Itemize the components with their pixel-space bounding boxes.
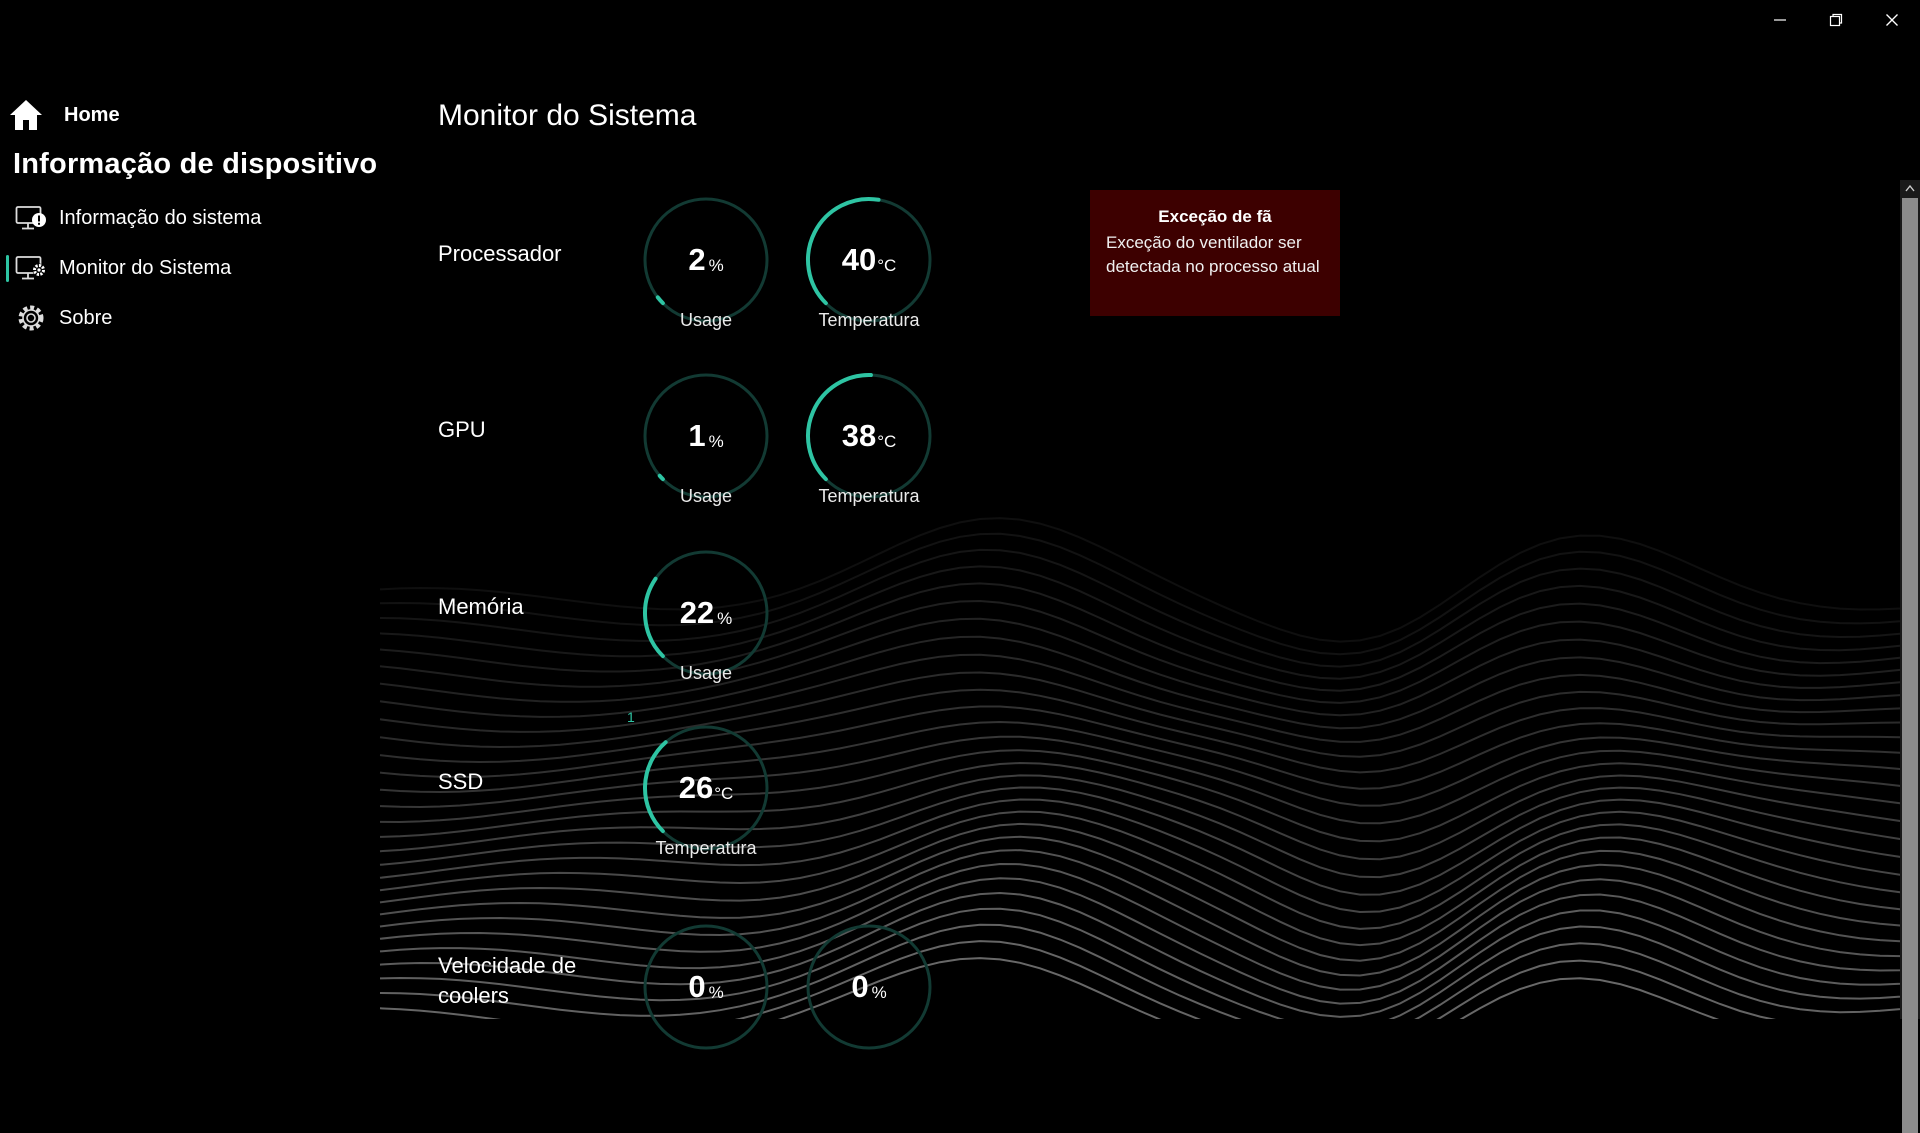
row-label-gpu: GPU — [438, 417, 486, 442]
gauge-value: 0 — [851, 969, 869, 1004]
gauge-unit: °C — [877, 432, 897, 451]
gpu-temp-gauge: 38 °C Temperatura — [804, 371, 934, 506]
wave-line — [379, 653, 1920, 743]
restore-icon — [1829, 13, 1843, 27]
close-button[interactable] — [1864, 0, 1920, 40]
minimize-icon — [1774, 19, 1786, 21]
row-label-fans: Velocidade de coolers — [438, 953, 577, 1008]
wave-line — [379, 761, 1920, 861]
gauge-value: 1 — [688, 418, 706, 453]
home-label: Home — [64, 103, 120, 126]
ssd-index: 1 — [627, 709, 635, 725]
gauge-value: 2 — [688, 242, 706, 277]
home-icon — [10, 100, 42, 130]
ssd-temp-gauge: 26 °C Temperatura — [641, 723, 771, 858]
processor-usage-gauge: 2% Usage — [641, 195, 771, 330]
sidebar-item-label: Sobre — [59, 306, 113, 329]
alert-title: Exceção de fã — [1158, 207, 1272, 226]
gear-icon — [18, 305, 44, 331]
alert-message: Exceção do ventilador ser detectada no p… — [1106, 233, 1320, 276]
gauge-label: Usage — [679, 310, 733, 330]
row-label-memory: Memória — [438, 594, 524, 619]
fan-exception-alert: Exceção de fã Exceção do ventilador ser … — [1090, 190, 1340, 316]
memory-usage-gauge: 22% Usage — [641, 548, 771, 683]
wave-line — [379, 774, 1920, 879]
gauge-unit: % — [708, 983, 724, 1002]
restore-button[interactable] — [1808, 0, 1864, 40]
gauge-label: Temperatura — [818, 310, 920, 330]
gauge-unit: °C — [714, 784, 734, 803]
section-title: Informação de dispositivo — [13, 148, 378, 180]
close-icon — [1886, 14, 1898, 26]
gauge-unit: °C — [877, 256, 897, 275]
gauge-label: Usage — [679, 663, 733, 683]
sidebar-item-about[interactable]: Sobre — [0, 293, 400, 343]
gauge-label: Usage — [679, 486, 733, 506]
sidebar-item-system-monitor[interactable]: Monitor do Sistema — [0, 243, 400, 293]
gauge-label: Temperatura — [818, 486, 920, 506]
home-link[interactable]: Home — [0, 90, 400, 140]
sidebar: Home Informação de dispositivo Informaçã… — [0, 90, 400, 343]
gauge-value: 26 — [678, 770, 714, 805]
wave-line — [379, 798, 1920, 914]
row-label-processor: Processador — [438, 241, 562, 266]
wave-line — [379, 786, 1920, 896]
fan2-speed-gauge: 0% — [804, 922, 934, 1052]
wave-line — [379, 532, 1920, 656]
scroll-up-button[interactable] — [1900, 180, 1920, 196]
vertical-scrollbar[interactable] — [1900, 180, 1920, 1133]
sidebar-item-label: Monitor do Sistema — [59, 256, 232, 279]
gauge-unit: % — [708, 256, 724, 275]
gauge-label: Temperatura — [655, 838, 757, 858]
gpu-usage-gauge: 1% Usage — [641, 371, 771, 506]
row-label-ssd: SSD — [438, 769, 484, 794]
monitor-info-icon — [15, 206, 46, 230]
wave-line — [379, 548, 1920, 668]
sidebar-item-label: Informação do sistema — [59, 206, 262, 229]
page-title: Monitor do Sistema — [438, 99, 697, 132]
minimize-button[interactable] — [1752, 0, 1808, 40]
scrollbar-thumb[interactable] — [1902, 198, 1918, 1133]
fan1-speed-gauge: 0% — [641, 922, 771, 1052]
gauge-value: 22 — [679, 595, 715, 630]
gauge-value: 38 — [841, 418, 877, 453]
wave-line — [379, 835, 1920, 962]
chevron-up-icon — [1905, 184, 1915, 192]
gauge-unit: % — [871, 983, 887, 1002]
sidebar-item-system-info[interactable]: Informação do sistema — [0, 193, 400, 243]
gauge-unit: % — [708, 432, 724, 451]
processor-temp-gauge: 40 °C Temperatura — [804, 195, 934, 330]
gauge-value: 40 — [841, 242, 877, 277]
monitor-gear-icon — [15, 256, 46, 280]
gauge-unit: % — [717, 609, 733, 628]
window-controls — [1752, 0, 1920, 40]
gauge-value: 0 — [688, 969, 706, 1004]
